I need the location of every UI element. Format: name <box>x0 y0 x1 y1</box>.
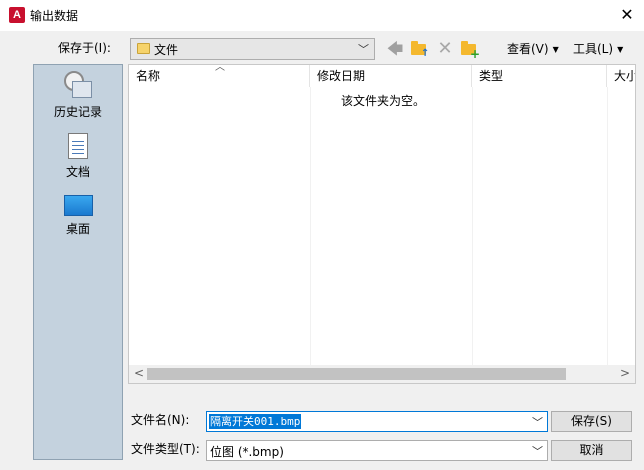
delete-icon[interactable]: ✕ <box>434 38 456 60</box>
column-divider <box>472 87 473 365</box>
back-arrow-icon[interactable]: 🡄 <box>384 38 406 60</box>
scroll-left-icon[interactable]: < <box>134 366 144 380</box>
folder-icon <box>137 43 150 54</box>
dropdown-arrow-icon: ▼ <box>552 44 559 54</box>
file-name-value: 隔离开关001.bmp <box>209 414 302 429</box>
places-bar: 历史记录 文档 桌面 <box>33 64 123 460</box>
scroll-thumb[interactable] <box>147 368 566 380</box>
save-in-label: 保存于(I): <box>58 41 111 55</box>
window-title: 输出数据 <box>30 9 79 23</box>
chevron-down-icon[interactable]: ﹀ <box>532 414 543 430</box>
tools-menu[interactable]: 工具(L) ▼ <box>573 38 623 60</box>
file-name-label: 文件名(N): <box>131 413 190 427</box>
column-header-type[interactable]: 类型 <box>472 65 607 87</box>
file-type-value: 位图 (*.bmp) <box>210 445 284 459</box>
column-header-size[interactable]: 大小 <box>607 65 636 87</box>
new-folder-icon[interactable]: + <box>458 38 480 60</box>
file-type-select[interactable]: 位图 (*.bmp) ﹀ <box>206 440 548 461</box>
cancel-button[interactable]: 取消 <box>551 440 632 461</box>
sort-up-icon: ︿ <box>215 64 225 73</box>
column-label: 类型 <box>479 69 504 83</box>
chevron-down-icon: ﹀ <box>532 445 543 458</box>
column-header-date[interactable]: 修改日期 <box>310 65 472 87</box>
file-type-label: 文件类型(T): <box>131 442 200 456</box>
place-desktop[interactable]: 桌面 <box>34 195 122 237</box>
dropdown-arrow-icon: ▼ <box>617 44 624 54</box>
place-label: 桌面 <box>65 222 90 236</box>
chevron-down-icon: ﹀ <box>358 43 369 56</box>
tools-menu-label: 工具(L) <box>573 42 614 56</box>
views-menu-label: 查看(V) <box>507 42 549 56</box>
column-header-name[interactable]: 名称 ︿ <box>129 65 310 87</box>
up-folder-icon[interactable]: ↑ <box>408 38 430 60</box>
file-list[interactable]: 名称 ︿ 修改日期 类型 大小 该文件夹为空。 < > <box>128 64 636 384</box>
app-logo-icon: A <box>9 7 25 23</box>
column-label: 修改日期 <box>317 69 366 83</box>
document-icon <box>68 133 88 159</box>
close-icon[interactable]: ✕ <box>614 3 640 27</box>
history-icon <box>64 71 92 99</box>
current-folder-name: 文件 <box>154 43 179 57</box>
save-button[interactable]: 保存(S) <box>551 411 632 432</box>
empty-folder-message: 该文件夹为空。 <box>341 94 426 108</box>
horizontal-scrollbar[interactable]: < > <box>129 365 635 383</box>
column-label: 名称 <box>136 69 161 83</box>
place-documents[interactable]: 文档 <box>34 133 122 180</box>
file-name-input[interactable]: 隔离开关001.bmp ﹀ <box>206 411 548 432</box>
column-divider <box>310 87 311 365</box>
desktop-icon <box>63 195 93 216</box>
place-history[interactable]: 历史记录 <box>34 71 122 120</box>
views-menu[interactable]: 查看(V) ▼ <box>507 38 559 60</box>
place-label: 文档 <box>65 165 90 179</box>
column-divider <box>607 87 608 365</box>
title-bar <box>0 0 644 31</box>
app-logo-letter: A <box>13 9 21 21</box>
column-label: 大小 <box>614 69 636 83</box>
scroll-right-icon[interactable]: > <box>620 366 630 380</box>
save-in-dropdown[interactable]: 文件 ﹀ <box>130 38 375 60</box>
place-label: 历史记录 <box>53 105 102 119</box>
